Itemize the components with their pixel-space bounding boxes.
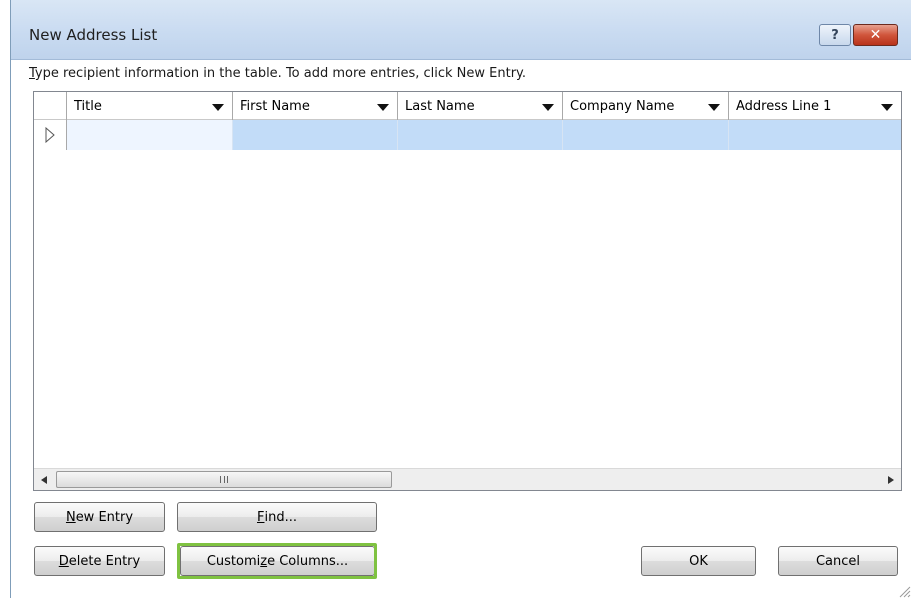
column-header-address-line-1[interactable]: Address Line 1 [729,92,901,120]
new-entry-button[interactable]: New Entry [34,502,165,532]
instruction-body: ype recipient information in the table. … [34,66,527,81]
scroll-right-icon[interactable] [885,473,897,487]
dropdown-arrow-icon[interactable] [542,103,554,111]
column-header-label: Address Line 1 [736,98,832,114]
button-label: elete Entry [68,553,141,569]
row-header[interactable] [34,120,67,150]
close-icon: ✕ [869,27,882,43]
title-bar: New Address List ? ✕ [11,0,911,60]
help-icon: ? [831,27,839,43]
mnemonic: D [58,553,69,569]
button-label: OK [689,553,708,569]
row-header-corner [34,92,67,120]
instruction-text: Type recipient information in the table.… [29,66,526,81]
table-cell[interactable] [67,120,233,150]
resize-grip-icon[interactable] [897,584,911,598]
mnemonic: F [257,509,265,525]
ok-button[interactable]: OK [641,546,756,576]
cancel-button[interactable]: Cancel [778,546,898,576]
new-address-list-dialog: New Address List ? ✕ Type recipient info… [10,0,911,598]
close-button[interactable]: ✕ [853,24,898,46]
column-header-title[interactable]: Title [67,92,233,120]
table-row[interactable] [34,120,901,150]
grip-icon [220,476,228,483]
scroll-left-icon[interactable] [38,473,50,487]
dropdown-arrow-icon[interactable] [212,103,224,111]
customize-columns-highlight [177,543,377,579]
delete-entry-button[interactable]: Delete Entry [34,546,165,576]
column-header-company-name[interactable]: Company Name [563,92,729,120]
column-header-label: First Name [240,98,310,114]
table-cell[interactable] [563,120,729,150]
column-header-last-name[interactable]: Last Name [398,92,563,120]
row-pointer-icon [45,127,55,143]
horizontal-scrollbar[interactable] [34,468,901,490]
table-cell[interactable] [398,120,563,150]
mnemonic: N [65,509,76,525]
window-title: New Address List [29,26,158,44]
table-cell[interactable] [233,120,398,150]
dropdown-arrow-icon[interactable] [377,103,389,111]
table-header: Title First Name Last Name Company Name … [34,92,901,120]
button-label: Cancel [815,553,861,569]
find-button[interactable]: Find... [177,502,377,532]
dropdown-arrow-icon[interactable] [881,103,893,111]
help-button[interactable]: ? [819,24,851,46]
scrollbar-thumb[interactable] [56,471,392,488]
column-header-label: Company Name [570,98,675,114]
address-table[interactable]: Title First Name Last Name Company Name … [33,91,902,491]
column-header-first-name[interactable]: First Name [233,92,398,120]
column-header-label: Title [74,98,102,114]
column-header-label: Last Name [405,98,475,114]
dropdown-arrow-icon[interactable] [708,103,720,111]
button-label: ind... [264,509,297,525]
button-label: ew Entry [75,509,134,525]
table-cell[interactable] [729,120,901,150]
